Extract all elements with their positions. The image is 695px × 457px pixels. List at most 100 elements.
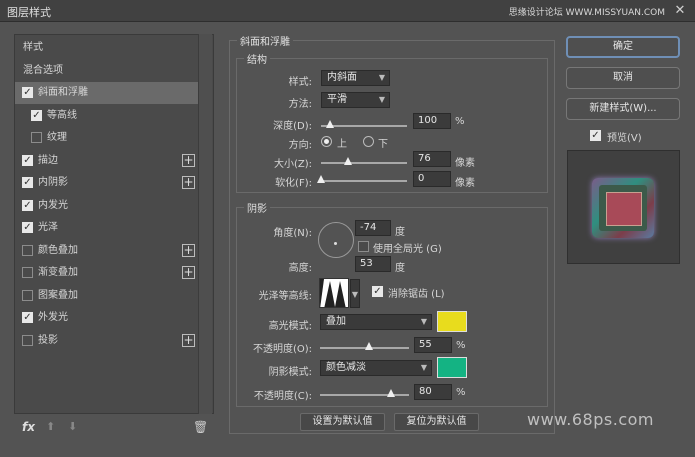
structure-title: 结构 (244, 51, 270, 66)
sidebar-item-label: 等高线 (47, 109, 77, 121)
size-input[interactable]: 76 (413, 151, 451, 167)
soften-slider[interactable] (321, 180, 407, 182)
gloss-contour-dropdown-icon[interactable]: ▼ (350, 279, 360, 308)
sidebar-item-checkbox[interactable]: ✓ (22, 222, 33, 233)
sidebar-item-9[interactable]: 颜色叠加 + (15, 240, 198, 262)
sidebar-item-checkbox[interactable]: ✓ (22, 199, 33, 211)
direction-up-radio[interactable] (321, 136, 332, 147)
highlight-mode-label: 高光模式: (268, 321, 312, 332)
sidebar-item-checkbox[interactable] (22, 334, 33, 346)
add-effect-icon[interactable]: + (182, 333, 195, 347)
antialias-checkbox[interactable]: ✓ (372, 286, 383, 297)
size-label: 大小(Z): (273, 159, 312, 170)
sidebar-item-5[interactable]: ✓ 描边 + (15, 150, 198, 172)
soften-label: 软化(F): (275, 178, 312, 189)
window-title: 图层样式 (7, 6, 51, 19)
highlight-opacity-thumb[interactable] (364, 342, 373, 350)
sidebar-item-checkbox[interactable]: ✓ (22, 177, 33, 188)
make-default-button[interactable]: 设置为默认值 (300, 413, 385, 431)
sidebar-item-1[interactable]: 混合选项 (15, 60, 198, 82)
sidebar-item-6[interactable]: ✓ 内阴影 + (15, 172, 198, 194)
shadow-mode-select[interactable]: 颜色减淡 ▼ (320, 360, 432, 376)
angle-dial[interactable] (318, 222, 354, 258)
sidebar-item-4[interactable]: 纹理 (15, 127, 198, 149)
sidebar-item-checkbox[interactable]: ✓ (22, 312, 33, 323)
sidebar-item-checkbox[interactable] (31, 132, 42, 143)
cancel-button[interactable]: 取消 (566, 67, 680, 89)
add-effect-icon[interactable]: + (182, 176, 195, 189)
move-down-icon[interactable]: ⬇ (68, 420, 77, 433)
direction-down-label: 下 (378, 139, 388, 150)
angle-label: 角度(N): (273, 228, 312, 239)
global-light-checkbox[interactable] (358, 241, 369, 252)
sidebar-item-2[interactable]: ✓ 斜面和浮雕 (15, 82, 198, 104)
shadow-opacity-thumb[interactable] (387, 389, 396, 397)
sidebar-item-checkbox[interactable] (22, 289, 33, 301)
shadow-opacity-slider[interactable] (320, 394, 409, 396)
move-up-icon[interactable]: ⬆ (46, 420, 55, 433)
ok-button[interactable]: 确定 (566, 36, 680, 58)
highlight-color-swatch[interactable] (437, 311, 467, 332)
highlight-mode-select[interactable]: 叠加 ▼ (320, 314, 432, 330)
reset-default-button[interactable]: 复位为默认值 (394, 413, 479, 431)
shadow-opacity-input[interactable]: 80 (414, 384, 452, 400)
sidebar-item-checkbox[interactable]: ✓ (22, 154, 33, 166)
technique-select[interactable]: 平滑 ▼ (321, 92, 390, 108)
shading-title: 阴影 (244, 200, 270, 215)
sidebar-item-checkbox[interactable] (22, 267, 33, 278)
antialias-label: 消除锯齿 (L) (388, 289, 445, 300)
direction-down-radio[interactable] (363, 136, 374, 147)
sidebar-item-13[interactable]: 投影 + (15, 330, 198, 352)
direction-up-label: 上 (337, 139, 347, 150)
fx-icon[interactable]: fx (22, 420, 35, 434)
altitude-label: 高度: (288, 263, 312, 274)
sidebar-item-0[interactable]: 样式 (15, 37, 198, 59)
shadow-color-swatch[interactable] (437, 357, 467, 378)
sidebar-item-12[interactable]: ✓ 外发光 (15, 307, 198, 329)
gloss-contour-thumbnail[interactable] (319, 278, 349, 308)
close-icon[interactable]: ✕ (672, 3, 688, 19)
sidebar-item-7[interactable]: ✓ 内发光 (15, 195, 198, 217)
depth-input[interactable]: 100 (413, 113, 451, 129)
watermark-top: 思缘设计论坛 WWW.MISSYUAN.COM (508, 8, 665, 18)
sidebar-item-checkbox[interactable]: ✓ (31, 109, 42, 121)
sidebar-item-3[interactable]: ✓ 等高线 (15, 105, 198, 127)
altitude-input[interactable]: 53 (355, 256, 391, 272)
add-effect-icon[interactable]: + (182, 266, 195, 279)
sidebar-item-checkbox[interactable] (22, 244, 33, 256)
trash-icon[interactable]: 🗑 (193, 420, 208, 434)
depth-slider[interactable] (321, 125, 407, 127)
soften-unit: 像素 (455, 178, 475, 189)
soften-slider-thumb[interactable] (317, 175, 325, 183)
global-light-label: 使用全局光 (G) (373, 244, 442, 255)
new-style-button[interactable]: 新建样式(W)... (566, 98, 680, 120)
angle-input[interactable]: -74 (355, 220, 391, 236)
sidebar-item-label: 颜色叠加 (38, 244, 78, 256)
add-effect-icon[interactable]: + (182, 153, 195, 167)
watermark-bottom: www.68ps.com (527, 410, 654, 429)
size-slider[interactable] (321, 162, 407, 164)
sidebar-item-8[interactable]: ✓ 光泽 (15, 217, 198, 239)
sidebar-item-11[interactable]: 图案叠加 (15, 285, 198, 307)
contour-curve-icon (320, 279, 346, 307)
soften-input[interactable]: 0 (413, 171, 451, 187)
sidebar-item-label: 外发光 (38, 312, 68, 323)
add-effect-icon[interactable]: + (182, 243, 195, 257)
preview-checkbox[interactable]: ✓ (590, 130, 601, 141)
altitude-unit: 度 (395, 263, 405, 274)
style-label: 样式: (288, 77, 312, 88)
depth-slider-thumb[interactable] (325, 120, 334, 128)
sidebar-item-checkbox[interactable]: ✓ (22, 87, 33, 98)
sidebar-item-10[interactable]: 渐变叠加 + (15, 262, 198, 284)
highlight-opacity-input[interactable]: 55 (414, 337, 452, 353)
highlight-opacity-label: 不透明度(O): (252, 344, 312, 355)
technique-label: 方法: (288, 99, 312, 110)
style-select[interactable]: 内斜面 ▼ (321, 70, 390, 86)
style-list-scrollbar[interactable] (198, 34, 212, 414)
gloss-contour-label: 光泽等高线: (258, 291, 312, 302)
size-slider-thumb[interactable] (343, 157, 352, 165)
shadow-opacity-label: 不透明度(C): (253, 391, 312, 402)
bevel-group-title: 斜面和浮雕 (237, 33, 293, 48)
angle-unit: 度 (395, 227, 405, 238)
shadow-mode-label: 阴影模式: (268, 367, 312, 378)
